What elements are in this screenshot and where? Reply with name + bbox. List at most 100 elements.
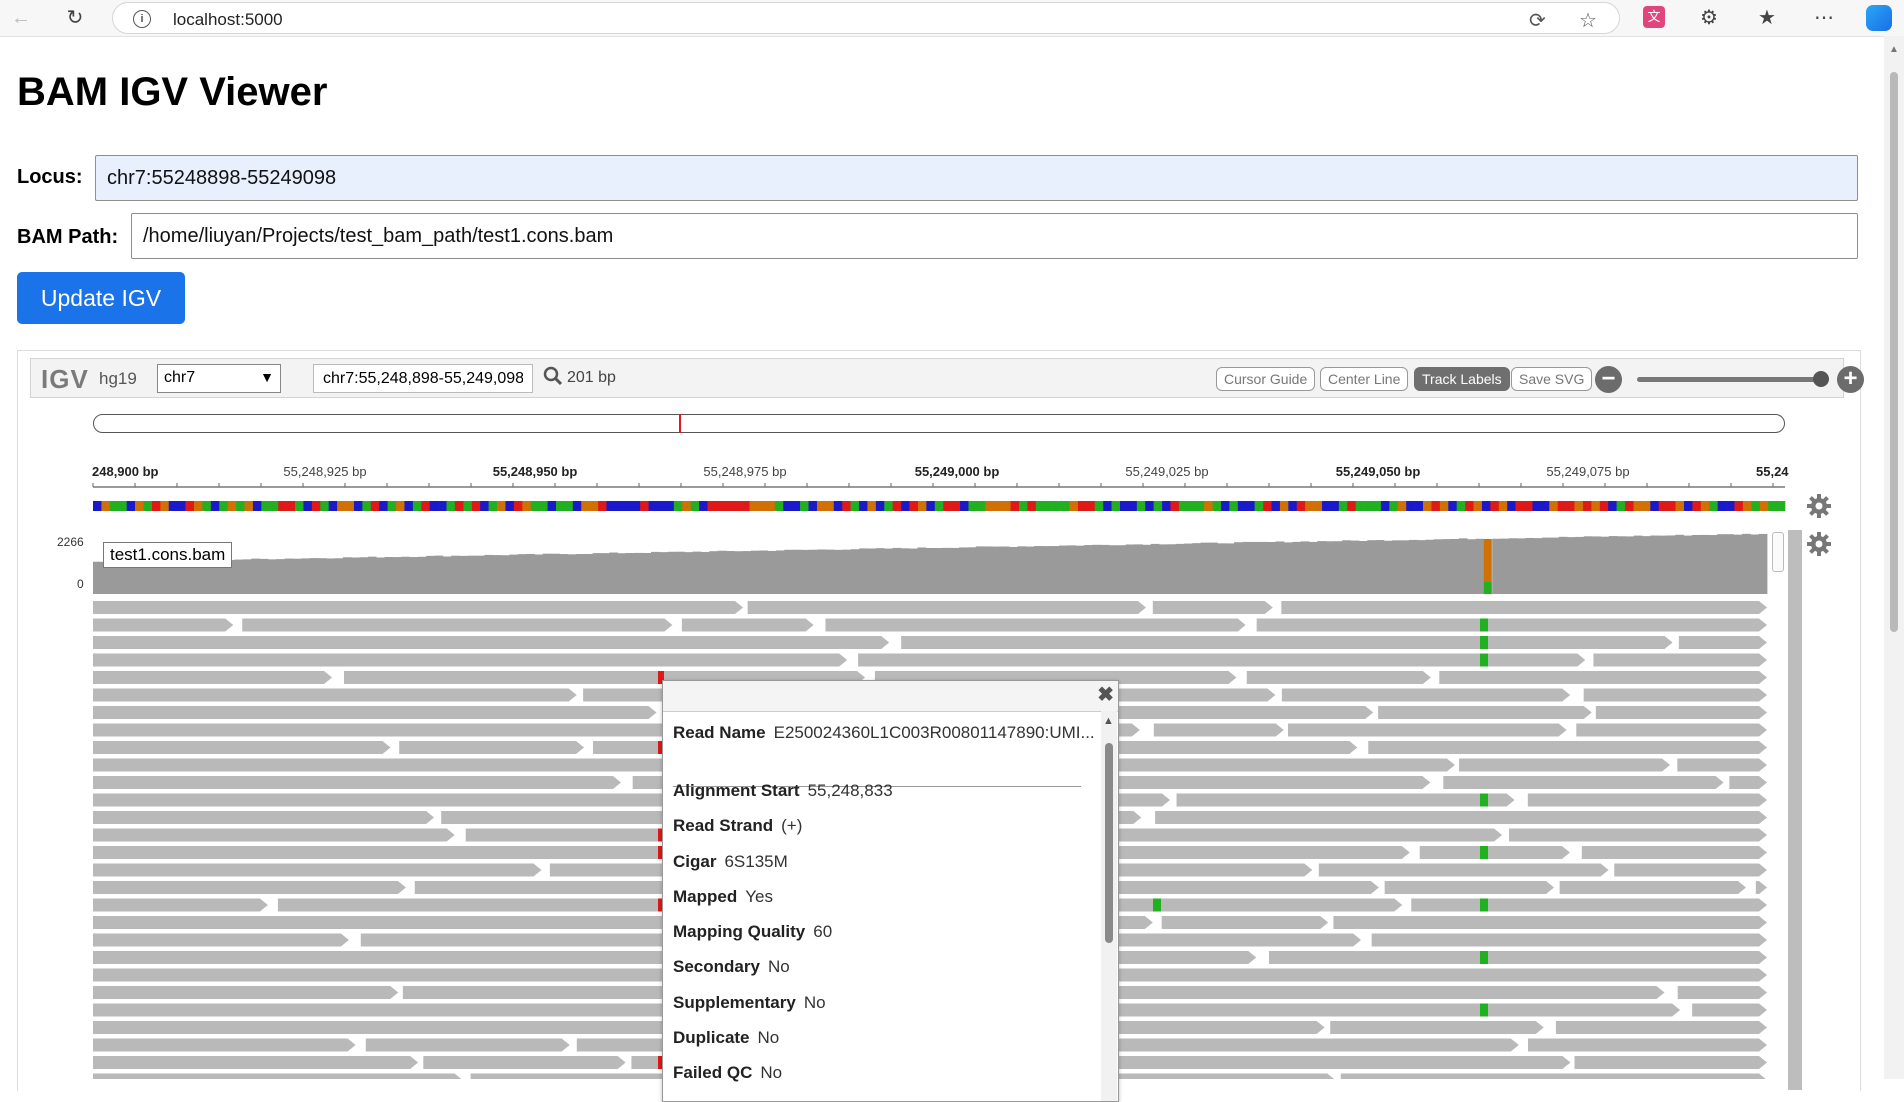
aligned-read[interactable] [1176,793,1515,807]
aligned-read[interactable] [93,1073,463,1080]
aligned-read[interactable] [1581,846,1767,859]
aligned-read[interactable] [93,986,399,999]
aligned-read[interactable] [1152,601,1273,614]
aligned-read[interactable] [1729,776,1767,789]
aligned-read[interactable] [1555,1021,1767,1034]
aligned-read[interactable] [93,776,621,789]
aligned-read[interactable] [1677,758,1767,772]
aligned-read[interactable] [1384,881,1555,894]
reference-base [320,501,330,511]
aligned-read[interactable] [901,636,1673,649]
aligned-read[interactable] [1268,951,1767,964]
aligned-read[interactable] [1281,601,1767,614]
aligned-read[interactable] [93,863,542,877]
track-scrollbar[interactable] [1772,530,1802,1090]
aligned-read[interactable] [1330,1021,1544,1034]
aligned-read[interactable] [1459,758,1671,772]
aligned-read[interactable] [1281,688,1571,702]
reference-base [631,501,641,511]
aligned-read[interactable] [93,636,890,649]
track-name-label[interactable]: test1.cons.bam [103,542,233,568]
coverage-bar [459,555,469,594]
aligned-read[interactable] [1099,968,1767,982]
reference-base [1692,501,1702,511]
aligned-read[interactable] [93,741,391,754]
aligned-read[interactable] [1368,741,1767,754]
aligned-read[interactable] [365,1038,570,1052]
aligned-read[interactable] [93,828,455,842]
coverage-bar [1400,540,1410,594]
aligned-read[interactable] [1340,1073,1767,1080]
popup-row: Supplementary No [673,993,826,1013]
reference-base [1650,501,1660,511]
aligned-read[interactable] [1574,1056,1767,1069]
aligned-read[interactable] [93,706,657,719]
aligned-read[interactable] [93,1021,687,1034]
aligned-read[interactable] [93,618,234,632]
aligned-read[interactable] [93,1056,419,1069]
aligned-read[interactable] [1583,688,1767,702]
aligned-read[interactable] [93,601,743,614]
aligned-read[interactable] [93,723,672,737]
aligned-read[interactable] [1692,1003,1767,1017]
aligned-read[interactable] [1755,881,1767,894]
aligned-read[interactable] [1318,863,1609,877]
aligned-read[interactable] [1614,863,1767,877]
aligned-read[interactable] [858,653,1586,667]
aligned-read[interactable] [681,618,814,632]
aligned-read[interactable] [825,618,1246,632]
aligned-read[interactable] [93,898,268,912]
aligned-read[interactable] [1155,811,1767,824]
aligned-read[interactable] [1576,723,1767,737]
coverage-bar [517,554,527,594]
close-icon[interactable]: ✖ [1097,685,1114,705]
coverage-bar [700,552,710,594]
track-scroll-handle[interactable] [1772,532,1784,572]
aligned-read[interactable] [93,881,406,894]
aligned-read[interactable] [93,1038,356,1052]
reference-base [564,501,574,511]
aligned-read[interactable] [1527,1038,1767,1052]
aligned-read[interactable] [242,618,673,632]
aligned-read[interactable] [1411,898,1767,912]
coverage-bar [1583,536,1593,594]
aligned-read[interactable] [93,688,577,702]
aligned-read[interactable] [1559,881,1746,894]
aligned-read[interactable] [1678,636,1767,649]
aligned-read[interactable] [93,811,435,824]
aligned-read[interactable] [1287,723,1567,737]
aligned-read[interactable] [1246,671,1431,684]
aligned-read[interactable] [1593,653,1767,667]
aligned-read[interactable] [1079,986,1665,999]
popup-scrollbar[interactable]: ▲ [1101,711,1117,1101]
aligned-read[interactable] [747,601,1146,614]
aligned-read[interactable] [1677,986,1767,999]
aligned-read[interactable] [1439,671,1767,684]
coverage-bar [93,561,102,594]
aligned-read[interactable] [1161,916,1329,929]
aligned-read[interactable] [1153,723,1284,737]
aligned-read[interactable] [1595,706,1767,719]
aligned-read[interactable] [1443,776,1724,789]
aligned-read[interactable] [1378,706,1592,719]
aligned-read[interactable] [93,671,333,684]
aligned-read[interactable] [1419,846,1570,859]
aligned-read[interactable] [93,653,848,667]
aligned-read[interactable] [1333,916,1767,929]
popup-scroll-thumb[interactable] [1105,743,1113,943]
aligned-read[interactable] [93,933,349,947]
reference-base [1044,501,1053,511]
popup-scroll-up-icon[interactable]: ▲ [1103,715,1114,727]
aligned-read[interactable] [1527,793,1767,807]
aligned-read[interactable] [1509,828,1767,842]
read-mismatch [1480,898,1488,912]
coverage-bar [534,554,544,594]
aligned-read[interactable] [1371,933,1767,947]
aligned-read[interactable] [1256,618,1767,632]
aligned-read[interactable] [399,741,585,754]
reference-base [1389,501,1399,511]
aligned-read[interactable] [423,1056,626,1069]
coverage-bar [1075,545,1085,594]
coverage-bar [601,553,610,594]
reference-base [539,501,548,511]
